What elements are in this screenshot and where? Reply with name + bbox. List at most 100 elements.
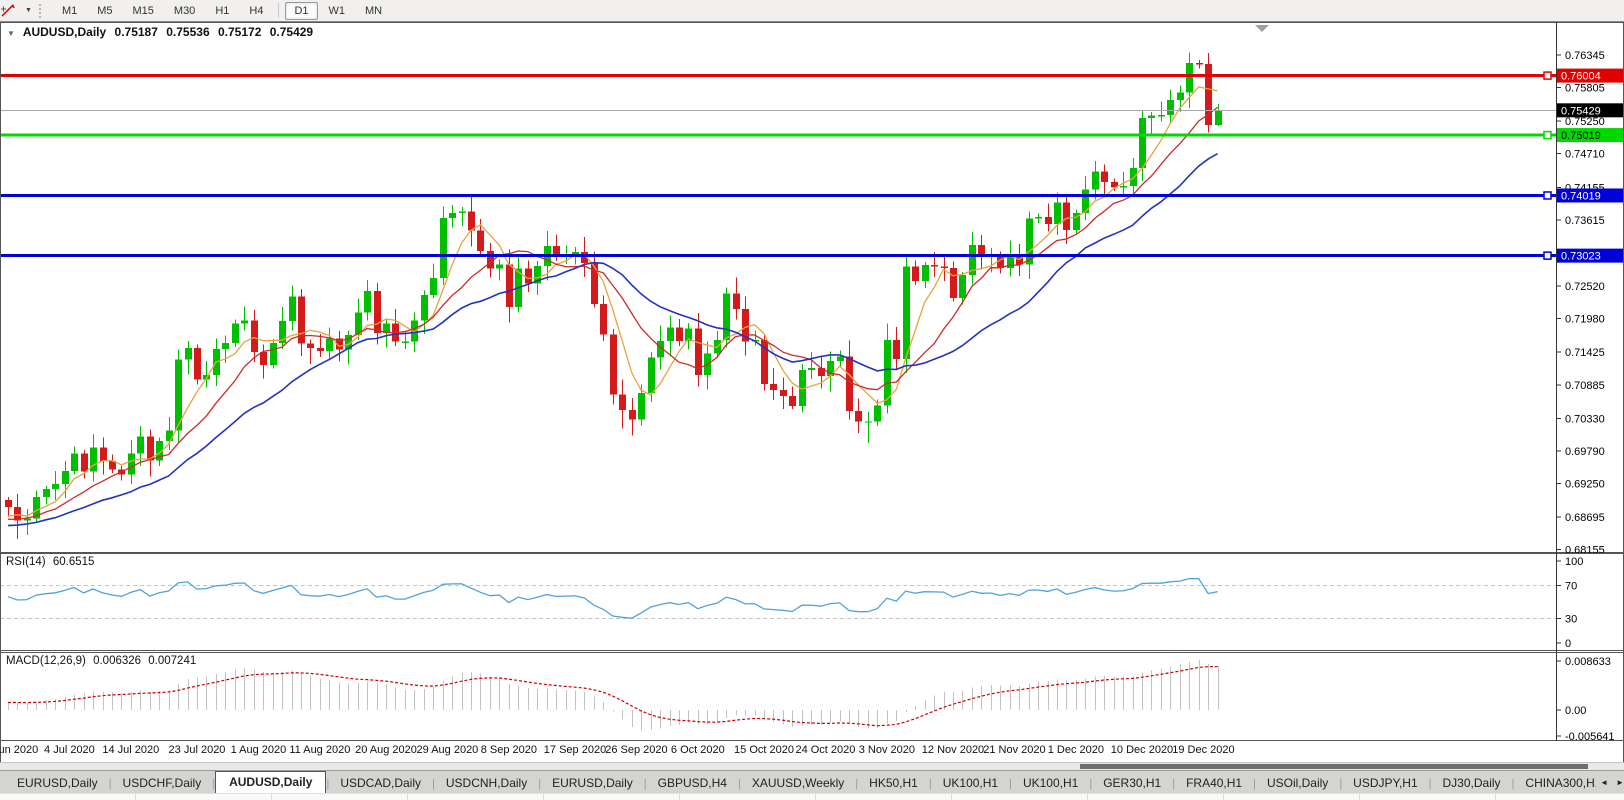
candle-body (100, 447, 107, 461)
level-line-handle[interactable] (1544, 132, 1551, 139)
tab-gbpusd-h4[interactable]: GBPUSD,H4 (647, 773, 738, 794)
tab-uk100-h1[interactable]: UK100,H1 (1012, 773, 1089, 794)
level-line-handle[interactable] (1544, 252, 1551, 259)
tab-usdcad-daily[interactable]: USDCAD,Daily (329, 773, 432, 794)
chart-menu-icon[interactable]: ▼ (7, 29, 15, 38)
candle-body (733, 293, 740, 309)
tab-dj30-daily[interactable]: DJ30,Daily (1432, 773, 1512, 794)
candle-body (449, 213, 456, 218)
candle-body (185, 348, 192, 359)
rsi-axis-tick-label: 100 (1565, 556, 1583, 568)
tab-fra40-h1[interactable]: FRA40,H1 (1175, 773, 1253, 794)
candle-body (903, 267, 910, 359)
price-axis-tick-label: 0.73615 (1565, 215, 1605, 227)
candle-body (251, 320, 258, 351)
candle-body (667, 328, 674, 341)
tab-eurusd-daily[interactable]: EURUSD,Daily (6, 773, 109, 794)
timeframe-button-h4[interactable]: H4 (240, 2, 272, 20)
tab-usoil-daily[interactable]: USOil,Daily (1256, 773, 1339, 794)
price-axis-tick-label: 0.72520 (1565, 281, 1605, 293)
candle-body (837, 357, 844, 361)
date-axis: 25 Jun 20204 Jul 202014 Jul 202023 Jul 2… (0, 741, 1624, 761)
candle-body (1120, 186, 1127, 188)
candle-body (1177, 93, 1184, 100)
tab-xauusd-weekly[interactable]: XAUUSD,Weekly (741, 773, 855, 794)
candle-body (166, 430, 173, 441)
candle-body (1186, 63, 1193, 93)
timeframe-toolbar: ▼ M1M5M15M30H1H4 D1W1MN (0, 0, 1624, 22)
candle-body (364, 291, 371, 313)
price-axis-tick-label: 0.68695 (1565, 512, 1605, 524)
chart-tools-dropdown-icon[interactable]: ▼ (25, 7, 32, 14)
rsi-panel[interactable]: 10070300 (0, 553, 1624, 652)
candle-body (1148, 116, 1155, 118)
tab-scroll-left-icon[interactable]: ◄ (1596, 775, 1612, 790)
candle-body (931, 265, 938, 267)
rsi-axis-tick-label: 0 (1565, 638, 1571, 650)
candle-body (638, 393, 645, 420)
candle-body (865, 421, 872, 422)
tab-usdjpy-h1[interactable]: USDJPY,H1 (1342, 773, 1428, 794)
quote-low: 0.75172 (218, 25, 261, 39)
tab-usdcnh-daily[interactable]: USDCNH,Daily (435, 773, 538, 794)
candle-body (1139, 118, 1146, 168)
candle-body (241, 320, 248, 323)
candle-body (468, 212, 475, 231)
price-axis-tick-label: 0.76345 (1565, 50, 1605, 62)
candle-body (808, 368, 815, 370)
candle-body (496, 264, 503, 268)
candle-body (307, 343, 314, 348)
candle-body (5, 500, 12, 507)
price-axis-tick-label: 0.74710 (1565, 149, 1605, 161)
macd-name: MACD(12,26,9) (6, 655, 86, 667)
macd-axis-tick-label: 0.00 (1565, 705, 1586, 717)
chart-tools-icon[interactable] (4, 3, 24, 19)
macd-indicator-label: MACD(12,26,9) 0.006326 0.007241 (6, 655, 200, 667)
candle-body (43, 489, 50, 497)
scrollbar-thumb[interactable] (1080, 764, 1588, 769)
candle-body (71, 453, 78, 471)
candle-body (629, 410, 636, 420)
timeframe-button-w1[interactable]: W1 (320, 2, 355, 20)
rsi-axis-tick-label: 30 (1565, 613, 1577, 625)
timeframe-button-m1[interactable]: M1 (53, 2, 86, 20)
timeframe-button-d1[interactable]: D1 (285, 2, 317, 20)
level-line-handle[interactable] (1544, 192, 1551, 199)
toolbar-separator (278, 3, 279, 18)
candle-body (232, 323, 239, 342)
candle-body (52, 484, 59, 489)
tab-usdchf-daily[interactable]: USDCHF,Daily (112, 773, 213, 794)
chart-shift-marker-icon[interactable] (1255, 25, 1269, 32)
tab-ger30-h1[interactable]: GER30,H1 (1092, 773, 1172, 794)
tab-hk50-h1[interactable]: HK50,H1 (858, 773, 929, 794)
level-line-handle[interactable] (1544, 72, 1551, 79)
candle-body (1063, 203, 1070, 230)
timeframe-button-h1[interactable]: H1 (206, 2, 238, 20)
candle-body (1158, 115, 1165, 116)
candle-body (222, 343, 229, 349)
tab-scroll-right-icon[interactable]: ► (1612, 775, 1624, 790)
timeframe-button-m15[interactable]: M15 (124, 2, 163, 20)
tab-eurusd-daily[interactable]: EURUSD,Daily (541, 773, 644, 794)
candle-body (1054, 203, 1061, 224)
horizontal-scrollbar[interactable] (0, 762, 1624, 770)
main-chart[interactable]: 0.763450.758050.752500.747100.741550.736… (0, 22, 1624, 553)
candle-body (289, 296, 296, 321)
quote-open: 0.75187 (115, 25, 158, 39)
tab-uk100-h1[interactable]: UK100,H1 (932, 773, 1009, 794)
candle-body (1215, 110, 1222, 125)
candle-body (477, 230, 484, 251)
candle-body (676, 328, 683, 341)
timeframe-button-m30[interactable]: M30 (165, 2, 204, 20)
tab-audusd-daily[interactable]: AUDUSD,Daily (215, 771, 326, 794)
macd-histogram (9, 660, 1219, 730)
macd-axis-tick-label: -0.005641 (1565, 731, 1615, 741)
candlestick-series (5, 52, 1222, 539)
price-tag-label: 0.76004 (1561, 71, 1601, 83)
macd-panel[interactable]: 0.0086330.00-0.005641 (0, 652, 1624, 741)
timeframe-button-mn[interactable]: MN (356, 2, 391, 20)
timeframe-button-m5[interactable]: M5 (88, 2, 121, 20)
candle-body (1026, 218, 1033, 264)
quote-high: 0.75536 (166, 25, 209, 39)
candle-body (194, 348, 201, 379)
